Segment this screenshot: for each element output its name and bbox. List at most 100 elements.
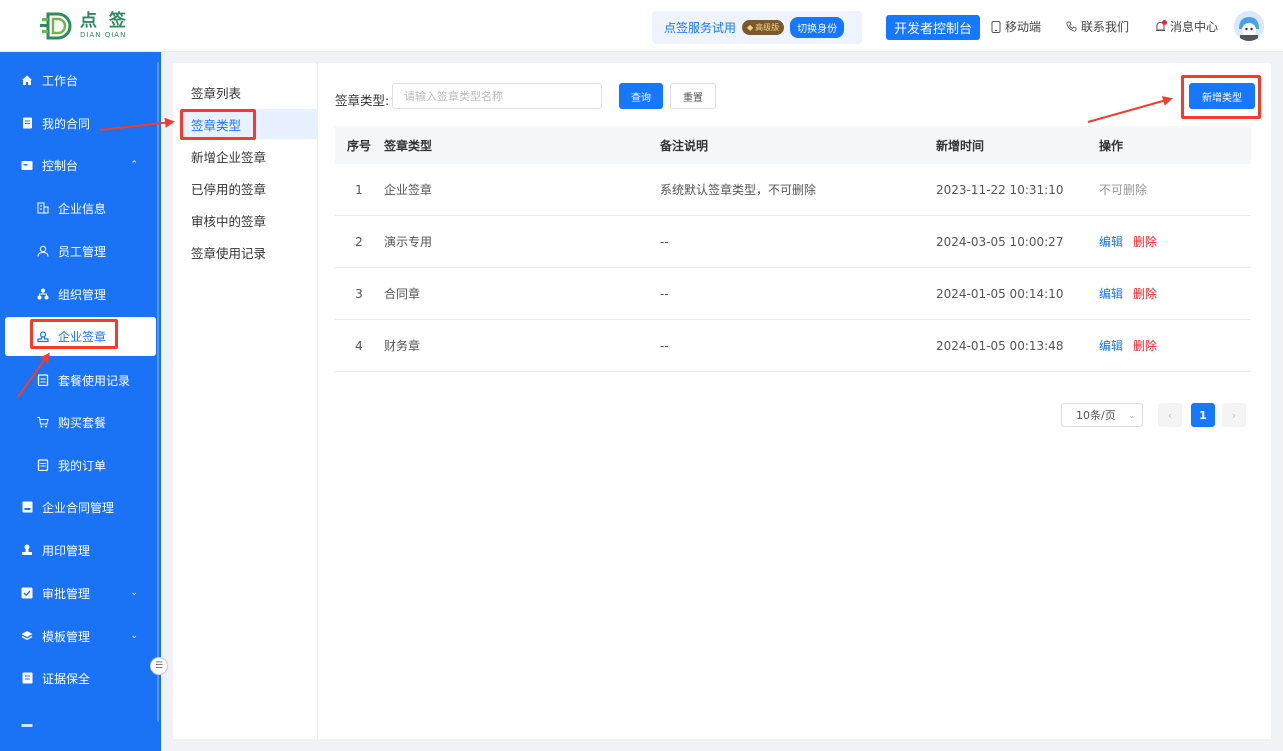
- subnav-add-seal[interactable]: 新增企业签章: [181, 141, 318, 171]
- chevron-up-icon: ⌃: [130, 160, 138, 170]
- message-center-label: 消息中心: [1170, 20, 1219, 34]
- page-number-button[interactable]: 1: [1191, 403, 1215, 427]
- sidebar-item-label: 购买套餐: [58, 415, 107, 430]
- next-page-button[interactable]: ›: [1222, 403, 1246, 427]
- sidebar-item-my-orders[interactable]: 我的订单: [0, 449, 156, 481]
- logo-subtext: DIAN QIAN: [80, 31, 127, 39]
- sidebar-item-package-records[interactable]: 套餐使用记录: [0, 364, 156, 396]
- cell-type: 演示专用: [384, 235, 433, 249]
- sidebar-item-staff[interactable]: 员工管理: [0, 235, 156, 267]
- sidebar-item-company-info[interactable]: 企业信息: [0, 192, 156, 224]
- seal-type-search-input[interactable]: [392, 83, 602, 109]
- logo-text: 点 签: [80, 11, 129, 31]
- developer-console-button[interactable]: 开发者控制台: [886, 15, 981, 40]
- mobile-label: 移动端: [1005, 20, 1042, 34]
- sidebar-item-label: 模板管理: [42, 629, 91, 644]
- cell-time: 2024-01-05 00:14:10: [936, 286, 1064, 301]
- page-size-select[interactable]: 10条/页 ⌄: [1061, 403, 1143, 427]
- vip-badge: ◆ 高级版: [742, 20, 785, 35]
- sidebar-item-buy-package[interactable]: 购买套餐: [0, 406, 156, 438]
- approve-icon: [21, 587, 33, 599]
- delete-link[interactable]: 删除: [1133, 233, 1157, 250]
- cell-op: 编辑 删除: [1099, 337, 1249, 354]
- highlight-add-type: [1181, 75, 1261, 119]
- sidebar-scrollbar[interactable]: [157, 62, 159, 722]
- col-note: 备注说明: [660, 138, 709, 153]
- cell-note: --: [660, 234, 669, 249]
- trial-text[interactable]: 点签服务试用: [664, 19, 736, 36]
- sidebar-item-workbench[interactable]: 工作台: [0, 64, 156, 96]
- phone-icon: [1066, 21, 1077, 32]
- subnav-seal-list[interactable]: 签章列表: [181, 77, 318, 107]
- cell-note: 系统默认签章类型，不可删除: [660, 183, 817, 197]
- sidebar-item-evidence[interactable]: 证据保全: [0, 662, 156, 694]
- filter-label: 签章类型:: [335, 93, 390, 108]
- bell-icon: [1155, 19, 1167, 33]
- sidebar-item-stamp-management[interactable]: 用印管理: [0, 534, 156, 566]
- avatar[interactable]: [1234, 11, 1264, 41]
- sidebar-item-partial[interactable]: [0, 708, 156, 740]
- contract-icon: [21, 117, 33, 129]
- subnav-pending-seals[interactable]: 审核中的签章: [181, 205, 318, 235]
- cell-note: --: [660, 338, 669, 353]
- seal-subnav: 签章列表 签章类型 新增企业签章 已停用的签章 审核中的签章 签章使用记录: [173, 63, 318, 739]
- edit-link[interactable]: 编辑: [1099, 285, 1123, 302]
- logo[interactable]: 点 签 DIAN QIAN: [40, 9, 129, 43]
- sidebar-item-label: 员工管理: [58, 244, 107, 259]
- trial-banner: 点签服务试用 ◆ 高级版 切换身份: [652, 11, 862, 44]
- collapse-menu-icon[interactable]: ☰: [150, 657, 168, 675]
- chevron-down-icon: ⌄: [130, 631, 138, 641]
- col-op-label: 操作: [1099, 138, 1124, 153]
- mobile-link[interactable]: 移动端: [991, 18, 1041, 35]
- cell-type: 合同章: [384, 287, 421, 301]
- vip-badge-label: 高级版: [755, 23, 780, 32]
- edit-link[interactable]: 编辑: [1099, 233, 1123, 250]
- sidebar-item-label: 企业信息: [58, 201, 107, 216]
- sidebar-item-my-contracts[interactable]: 我的合同: [0, 107, 156, 139]
- sidebar-item-label: 审批管理: [42, 586, 91, 601]
- highlight-seal-type: [180, 109, 256, 140]
- sidebar-item-label: 工作台: [42, 73, 79, 88]
- edit-link[interactable]: 编辑: [1099, 337, 1123, 354]
- cell-op: 编辑 删除: [1099, 285, 1249, 302]
- message-center-link[interactable]: 消息中心: [1155, 18, 1218, 35]
- subnav-disabled-seals[interactable]: 已停用的签章: [181, 173, 318, 203]
- sidebar-item-console[interactable]: 控制台 ⌃: [0, 149, 156, 181]
- col-no: 序号: [346, 138, 371, 153]
- prev-page-button[interactable]: ‹: [1158, 403, 1182, 427]
- cell-op: 编辑 删除: [1099, 233, 1249, 250]
- avatar-icon: [1234, 11, 1264, 41]
- table-header: 序号 签章类型 备注说明 新增时间 操作: [335, 126, 1251, 164]
- record-icon: [37, 374, 49, 386]
- sidebar-item-label: 我的合同: [42, 116, 91, 131]
- more-icon: [21, 718, 33, 730]
- table-row: 1 企业签章 系统默认签章类型，不可删除 2023-11-22 10:31:10…: [335, 164, 1251, 216]
- cell-time: 2024-03-05 10:00:27: [936, 234, 1064, 249]
- page-size-label: 10条/页: [1076, 409, 1116, 422]
- cell-op: 不可删除: [1099, 181, 1249, 198]
- sidebar-item-label: 控制台: [42, 158, 79, 173]
- company-icon: [37, 202, 49, 214]
- query-button[interactable]: 查询: [619, 83, 663, 109]
- cell-note: --: [660, 286, 669, 301]
- sidebar-item-label: 我的订单: [58, 458, 107, 473]
- reset-button[interactable]: 重置: [670, 83, 716, 109]
- not-deletable-label: 不可删除: [1099, 183, 1148, 197]
- sidebar-item-enterprise-contracts[interactable]: 企业合同管理: [0, 491, 156, 523]
- sidebar-item-label: 组织管理: [58, 287, 107, 302]
- switch-identity-button[interactable]: 切换身份: [790, 17, 845, 38]
- subnav-seal-usage[interactable]: 签章使用记录: [181, 237, 318, 267]
- sidebar-item-approval[interactable]: 审批管理 ⌄: [0, 577, 156, 609]
- col-type: 签章类型: [384, 138, 433, 153]
- highlight-enterprise-seal: [30, 319, 118, 349]
- delete-link[interactable]: 删除: [1133, 337, 1157, 354]
- template-icon: [21, 630, 33, 642]
- sidebar-item-label: 用印管理: [42, 543, 91, 558]
- delete-link[interactable]: 删除: [1133, 285, 1157, 302]
- sidebar-item-templates[interactable]: 模板管理 ⌄: [0, 620, 156, 652]
- table-row: 4 财务章 -- 2024-01-05 00:13:48 编辑 删除: [335, 320, 1251, 372]
- contact-link[interactable]: 联系我们: [1066, 18, 1129, 35]
- sidebar-item-org[interactable]: 组织管理: [0, 278, 156, 310]
- col-time: 新增时间: [936, 138, 985, 153]
- chevron-down-icon: ⌄: [130, 588, 138, 598]
